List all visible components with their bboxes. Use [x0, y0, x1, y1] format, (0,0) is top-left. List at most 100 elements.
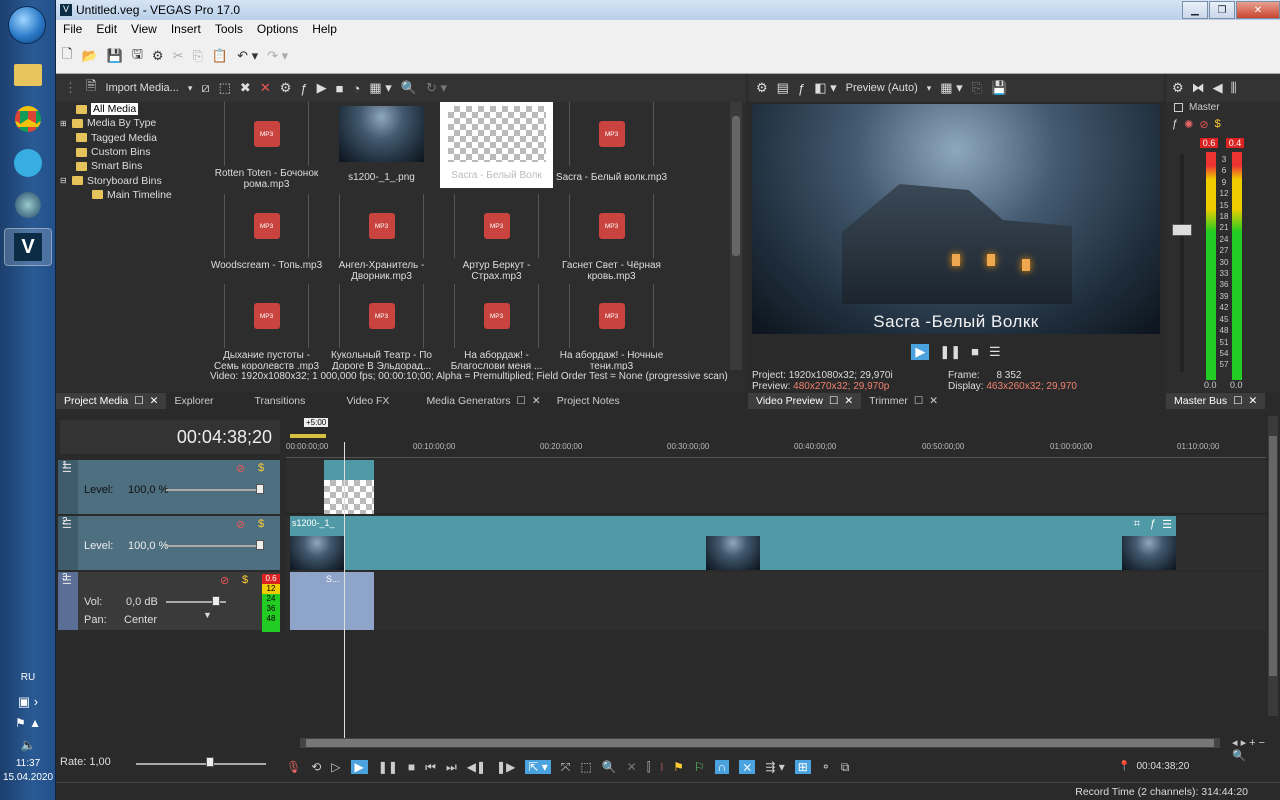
tab-media-generators[interactable]: Media Generators ☐ ✕: [418, 393, 548, 409]
mute-icon[interactable]: ⊘: [220, 574, 229, 587]
views-icon[interactable]: ▦ ▾: [369, 80, 391, 96]
paste-icon[interactable]: 📋: [212, 48, 228, 64]
tree-item-media-by-type[interactable]: ⊞ Media By Type: [60, 116, 206, 130]
tree-item-main-timeline[interactable]: Main Timeline: [60, 188, 206, 202]
loop-icon[interactable]: ⟲: [311, 760, 321, 774]
downmix-icon[interactable]: ⧓: [1192, 80, 1205, 96]
media-item[interactable]: MP3 Rotten Toten - Бочонок рома.mp3: [210, 102, 323, 190]
play-icon[interactable]: ▶: [317, 80, 327, 96]
menu-options[interactable]: Options: [250, 22, 305, 36]
clock-date[interactable]: 15.04.2020: [0, 772, 56, 783]
rate-slider[interactable]: [136, 763, 266, 765]
mute-icon[interactable]: ⊘: [236, 518, 245, 531]
minimize-button[interactable]: ▁: [1182, 1, 1208, 19]
dim-icon[interactable]: ◀: [1213, 80, 1223, 96]
dropdown-icon[interactable]: ▾: [188, 83, 193, 94]
media-item[interactable]: MP3 Дыхание пустоты - Семь королевств .mp…: [210, 284, 323, 370]
zoom-controls[interactable]: ◂ ▸ + − 🔍: [1232, 736, 1280, 762]
tree-item-custom-bins[interactable]: Custom Bins: [60, 145, 206, 159]
media-item[interactable]: MP3 Кукольный Театр - По Дороге В Эльдора…: [325, 284, 438, 370]
tree-item-storyboard-bins[interactable]: ⊟ Storyboard Bins: [60, 173, 206, 187]
media-item[interactable]: MP3 Woodscream - Топь.mp3: [210, 194, 323, 271]
track-header-1[interactable]: 1 ☰ ⊘ $ Level: 100,0 %: [58, 460, 280, 514]
media-item[interactable]: MP3 Sacra - Белый волк.mp3: [555, 102, 668, 183]
stop-icon[interactable]: ■: [336, 81, 344, 96]
marker-label[interactable]: +5:00: [304, 418, 329, 427]
search-icon[interactable]: 🔍: [401, 80, 417, 96]
preview-device-icon[interactable]: ▤: [777, 80, 789, 96]
auto-crossfade-icon[interactable]: ⨯: [739, 760, 756, 774]
tab-explorer[interactable]: Explorer: [166, 393, 246, 409]
save-snapshot-icon[interactable]: 💾: [991, 80, 1007, 96]
remove-unused-icon[interactable]: ✖: [240, 80, 251, 96]
go-to-start-icon[interactable]: ⏮: [425, 760, 436, 775]
preview-settings-icon[interactable]: ⚙: [756, 80, 768, 96]
split-screen-icon[interactable]: ◧ ▾: [814, 80, 836, 96]
media-item[interactable]: MP3 Артур Беркут - Страх.mp3: [440, 194, 553, 282]
media-item[interactable]: MP3 Ангел-Хранитель - Дворник.mp3: [325, 194, 438, 282]
save-icon[interactable]: 💾: [107, 48, 123, 64]
zoom-tool-icon[interactable]: 🔍: [602, 760, 617, 774]
pan-knob[interactable]: ▼: [203, 610, 212, 620]
menu-view[interactable]: View: [124, 22, 164, 36]
nest-icon[interactable]: ⧉: [841, 760, 850, 775]
marker-icon[interactable]: ⚑: [673, 760, 684, 774]
play-from-start-icon[interactable]: ▷: [331, 760, 340, 774]
mixer-icon[interactable]: ⫼: [1231, 80, 1237, 96]
ignore-grouping-icon[interactable]: ⚬: [821, 760, 831, 774]
undo-icon[interactable]: ↶ ▾: [237, 48, 258, 64]
tree-item-tagged-media[interactable]: Tagged Media: [60, 131, 206, 145]
rotate-icon[interactable]: ↻ ▾: [426, 80, 447, 96]
tree-item-all-media[interactable]: All Media: [60, 102, 206, 116]
pause-button[interactable]: ❚❚: [939, 344, 961, 360]
track-menu-icon[interactable]: ☰: [62, 518, 72, 531]
import-media-icon[interactable]: 🗎: [86, 77, 96, 99]
telegram-taskbar-icon[interactable]: [4, 144, 52, 182]
master-checkbox[interactable]: [1174, 103, 1183, 112]
overlays-icon[interactable]: ▦ ▾: [940, 80, 962, 96]
chrome-taskbar-icon[interactable]: [4, 100, 52, 138]
open-icon[interactable]: 📂: [81, 48, 97, 64]
tab-project-notes[interactable]: Project Notes: [549, 393, 628, 409]
go-to-end-icon[interactable]: ⏭: [446, 760, 457, 775]
media-properties-icon[interactable]: ⚙: [280, 80, 292, 96]
preview-quality-dropdown[interactable]: Preview (Auto): [846, 82, 918, 94]
get-media-icon[interactable]: ⬚: [219, 80, 231, 96]
capture-icon[interactable]: ⧄: [201, 80, 209, 96]
clip-header[interactable]: [324, 460, 374, 480]
level-slider[interactable]: [166, 489, 256, 491]
network-icon[interactable]: ⚑ ▲: [0, 716, 56, 730]
mute-icon[interactable]: ⊘: [236, 462, 245, 475]
loop-region[interactable]: [290, 434, 326, 438]
close-button[interactable]: ✕: [1236, 1, 1280, 19]
clip-menu-icon[interactable]: ☰: [1162, 518, 1172, 531]
lock-envelopes-icon[interactable]: ⊞: [794, 760, 811, 774]
menu-file[interactable]: File: [56, 22, 89, 36]
play-button[interactable]: ▶: [350, 760, 368, 774]
crop-icon[interactable]: ⌗: [1134, 518, 1140, 531]
envelope-tool-icon[interactable]: ⤧: [561, 760, 571, 775]
auto-preview-icon[interactable]: ◔: [352, 81, 360, 96]
start-button[interactable]: [8, 6, 46, 44]
ripple-icon[interactable]: ⇶ ▾: [765, 760, 784, 774]
edit-tool-icon[interactable]: ⇱ ▾: [525, 760, 551, 774]
prev-frame-icon[interactable]: ◀❚: [467, 760, 486, 774]
vegas-taskbar-icon[interactable]: V: [4, 228, 52, 266]
language-indicator[interactable]: RU: [0, 672, 56, 683]
video-output-fx-icon[interactable]: ƒ: [798, 81, 805, 96]
mute-icon[interactable]: ⊘: [1199, 118, 1208, 131]
tab-video-fx[interactable]: Video FX: [338, 393, 418, 409]
tab-trimmer[interactable]: Trimmer ☐ ✕: [861, 393, 946, 409]
vol-knob[interactable]: [212, 596, 220, 606]
next-frame-icon[interactable]: ❚▶: [496, 760, 515, 774]
level-slider[interactable]: [166, 545, 256, 547]
menu-icon[interactable]: ☰: [989, 344, 1001, 360]
track-header-3[interactable]: 3 ☰ ⊘ $ Vol: 0,0 dB Pan: Center ▼ 0.6 12…: [58, 572, 280, 632]
gear-fx-icon[interactable]: ✺: [1184, 118, 1193, 131]
media-item[interactable]: MP3 На абордаж! - Благослови меня ...: [440, 284, 553, 370]
snapping-icon[interactable]: ∩: [714, 760, 730, 774]
media-item[interactable]: MP3 На абордаж! - Ночные тени.mp3: [555, 284, 668, 370]
save-as-icon[interactable]: 🖫: [132, 45, 143, 67]
tree-item-smart-bins[interactable]: Smart Bins: [60, 159, 206, 173]
timeline-clip-video[interactable]: s1200-_1_ ⌗ ƒ ☰: [290, 516, 1176, 570]
